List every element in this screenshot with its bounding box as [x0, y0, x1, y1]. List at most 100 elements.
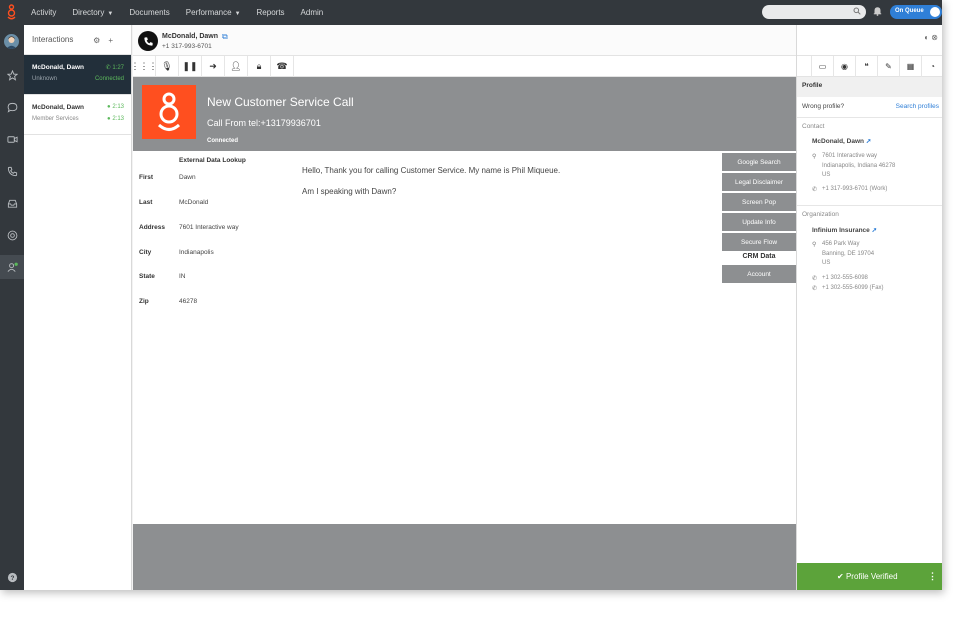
profile-verified-label: Profile Verified: [845, 572, 898, 581]
nav-admin-label: Admin: [300, 8, 324, 17]
sidebar-item-contacts[interactable]: [0, 255, 24, 279]
interactions-panel: Interactions ⚙+ McDonald, Dawn Unknown ✆…: [24, 25, 132, 590]
banner-status: Connected: [207, 138, 239, 144]
contact-name[interactable]: McDonald, Dawn ➚: [812, 137, 871, 145]
phone-icon: ✆: [812, 187, 818, 193]
star-icon: [6, 69, 18, 81]
sidebar-item-inbox[interactable]: [0, 191, 24, 215]
window-controls: ◐ ⊗: [924, 33, 938, 42]
nav-performance[interactable]: Performance ▼: [186, 8, 241, 17]
wrapup-icon: ◔: [930, 62, 935, 71]
location-icon: ⚲: [812, 242, 817, 248]
legal-disclaimer-button[interactable]: Legal Disclaimer: [722, 173, 796, 191]
close-icon[interactable]: ⊗: [931, 33, 938, 42]
profile-panel: ◐ ⊗ ▭ ◉ ❝ ✎ ▦ ◔ Profile Wrong profile? S…: [796, 25, 942, 590]
app-window: Activity Directory ▼ Documents Performanc…: [0, 0, 942, 590]
phone-icon: [138, 31, 158, 51]
mute-button[interactable]: 🎙︎: [156, 56, 179, 77]
more-options-icon[interactable]: ⋮: [928, 571, 937, 582]
phone-icon: ✆: [812, 276, 818, 282]
inbox-icon: [7, 199, 17, 208]
check-icon: ✔: [837, 572, 846, 581]
caller-name: McDonald, Dawn: [162, 33, 219, 40]
banner-from: Call From tel:+13179936701: [207, 118, 321, 128]
secure-pause-button[interactable]: 🔒︎: [248, 56, 271, 77]
secure-flow-button[interactable]: Secure Flow: [722, 233, 796, 251]
dialpad-button[interactable]: ⋮⋮⋮: [131, 56, 158, 77]
call-workspace: McDonald, Dawn +1 317-993-6701 ⧉ ⋮⋮⋮ 🎙︎ …: [131, 25, 796, 590]
lookup-label: First: [139, 174, 154, 181]
interactions-header: Interactions ⚙+: [24, 25, 131, 55]
address-line: US: [822, 260, 831, 266]
interaction-card[interactable]: McDonald, Dawn Unknown ✆ 1:27 Connected: [24, 55, 131, 95]
copy-icon[interactable]: ⧉: [222, 32, 228, 42]
nav-activity[interactable]: Activity: [31, 8, 56, 17]
gear-icon[interactable]: ⚙: [93, 36, 108, 45]
tab-screen[interactable]: ▭: [811, 56, 833, 77]
organization-fax[interactable]: +1 302-555-6099 (Fax): [822, 284, 884, 294]
profile-tabs: ▭ ◉ ❝ ✎ ▦ ◔: [797, 56, 942, 77]
profile-verified: ✔ Profile Verified: [837, 572, 898, 581]
screen-pop-button[interactable]: Screen Pop: [722, 193, 796, 211]
interaction-time-value: 2:13: [112, 104, 124, 110]
search-profiles-link[interactable]: Search profiles: [896, 103, 939, 110]
toggle-knob: [930, 7, 940, 17]
tab-profile[interactable]: ◉: [833, 56, 855, 77]
sidebar-item-favorites[interactable]: [0, 63, 24, 87]
on-queue-label: On Queue: [895, 8, 924, 14]
address-line: 7601 Interactive way: [822, 153, 878, 159]
hangup-button[interactable]: ☎︎: [271, 56, 294, 77]
account-button[interactable]: Account: [722, 265, 796, 283]
search-input[interactable]: [762, 5, 866, 19]
sidebar-item-video[interactable]: [0, 127, 24, 151]
interactions-title: Interactions: [32, 35, 74, 44]
nav-documents-label: Documents: [129, 8, 170, 17]
google-search-button[interactable]: Google Search: [722, 153, 796, 171]
bell-icon[interactable]: [873, 6, 882, 16]
address-line: Banning, DE 19704: [822, 250, 875, 257]
call-script: Hello, Thank you for calling Customer Se…: [302, 160, 560, 202]
nav-documents[interactable]: Documents: [129, 8, 169, 17]
organization-heading: Organization: [802, 211, 839, 218]
back-icon[interactable]: ◐: [924, 33, 929, 42]
location-icon: ⚲: [812, 154, 817, 160]
sidebar-item-chat[interactable]: [0, 95, 24, 119]
tab-wrapup[interactable]: ◔: [921, 56, 942, 77]
tab-schedule[interactable]: ▦: [899, 56, 921, 77]
profile-body: Profile Wrong profile? Search profiles C…: [797, 77, 942, 590]
on-queue-toggle[interactable]: On Queue: [890, 5, 942, 19]
lookup-value: 7601 Interactive way: [179, 224, 239, 231]
nav-reports[interactable]: Reports: [257, 8, 285, 17]
phone-type: (Work): [869, 186, 888, 192]
organization-name[interactable]: Infinium Insurance ➚: [812, 226, 877, 234]
calendar-icon: ▦: [906, 62, 915, 71]
chevron-down-icon: ▼: [107, 11, 114, 17]
update-info-button[interactable]: Update Info: [722, 213, 796, 231]
left-sidebar: ?: [0, 25, 24, 590]
interaction-time: ✆ 1:27: [106, 64, 124, 71]
lookup-value: 46278: [179, 298, 198, 305]
nav-admin[interactable]: Admin: [301, 8, 324, 17]
user-circle-icon: ◉: [841, 62, 848, 71]
tab-scripts[interactable]: ❝: [855, 56, 877, 77]
lookup-value: Indianapolis: [179, 249, 214, 256]
transfer-button[interactable]: ➜: [202, 56, 225, 77]
hold-button[interactable]: ❚❚: [179, 56, 202, 77]
tab-notes[interactable]: ✎: [877, 56, 899, 77]
svg-text:?: ?: [10, 574, 14, 581]
profile-verified-button[interactable]: ✔ Profile Verified ⋮: [797, 563, 942, 590]
nav-directory[interactable]: Directory ▼: [72, 8, 113, 17]
sidebar-item-phone[interactable]: [0, 159, 24, 183]
contact-phone[interactable]: +1 317-993-6701 (Work): [822, 185, 887, 195]
organization-phone[interactable]: +1 302-555-6098: [822, 274, 868, 284]
sidebar-item-help[interactable]: ?: [0, 565, 24, 589]
profile-title: Profile: [797, 77, 942, 97]
lookup-value: McDonald: [179, 199, 209, 206]
consult-button[interactable]: 👤︎: [225, 56, 248, 77]
interaction-card[interactable]: McDonald, Dawn Member Services ● 2:13 ● …: [24, 95, 131, 135]
lookup-label: Zip: [139, 298, 149, 305]
contact-heading: Contact: [802, 123, 825, 130]
sidebar-item-support[interactable]: [0, 223, 24, 247]
avatar[interactable]: [4, 34, 19, 49]
plus-icon[interactable]: +: [108, 36, 121, 45]
